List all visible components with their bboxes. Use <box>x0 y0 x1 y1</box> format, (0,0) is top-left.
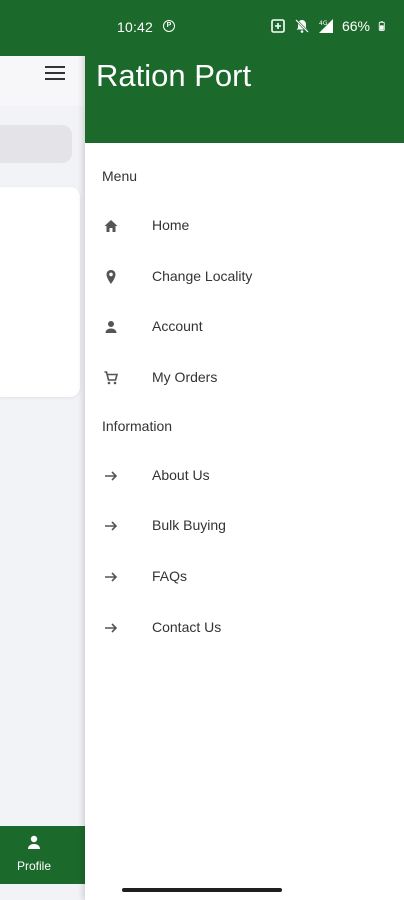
menu-item-account[interactable]: Account <box>85 307 404 347</box>
drawer-header: Ration Port <box>85 44 404 143</box>
menu-item-label: Bulk Buying <box>152 517 226 533</box>
menu-item-label: Home <box>152 217 190 233</box>
menu-item-label: About Us <box>152 467 210 483</box>
screen-record-icon: P <box>163 20 175 32</box>
menu-item-label: Change Locality <box>152 268 253 284</box>
arrow-right-icon <box>105 623 118 633</box>
background-card <box>0 187 80 397</box>
battery-percentage: 66% <box>341 18 370 34</box>
bottom-nav-profile[interactable]: Profile <box>0 826 85 884</box>
signal-icon: 4G <box>318 19 333 33</box>
menu-item-label: FAQs <box>152 568 188 584</box>
menu-item-label: Contact Us <box>152 619 222 635</box>
menu-item-change-locality[interactable]: Change Locality <box>85 257 404 297</box>
person-icon <box>105 321 117 333</box>
cart-icon <box>104 371 119 385</box>
menu-item-my-orders[interactable]: My Orders <box>85 358 404 398</box>
section-information-label: Information <box>102 418 173 434</box>
hamburger-menu-icon[interactable] <box>45 66 65 82</box>
arrow-right-icon <box>105 521 118 531</box>
menu-item-about-us[interactable]: About Us <box>85 456 404 496</box>
menu-item-label: My Orders <box>152 369 218 385</box>
person-icon <box>28 835 40 849</box>
menu-item-label: Account <box>152 318 203 334</box>
arrow-right-icon <box>105 471 118 481</box>
background-app: Profile <box>0 0 85 900</box>
menu-item-home[interactable]: Home <box>85 206 404 246</box>
location-pin-icon <box>106 270 116 284</box>
menu-item-faqs[interactable]: FAQs <box>85 557 404 597</box>
data-saver-icon <box>271 19 285 33</box>
arrow-right-icon <box>105 572 118 582</box>
app-title: Ration Port <box>96 58 252 93</box>
profile-label: Profile <box>16 859 51 873</box>
background-search-field[interactable] <box>0 125 72 163</box>
battery-icon <box>378 21 385 31</box>
status-icons: 4G 66% <box>270 18 388 34</box>
bell-off-icon <box>295 19 309 33</box>
home-icon <box>104 220 118 232</box>
section-menu-label: Menu <box>102 168 138 184</box>
gesture-navigation-bar[interactable] <box>122 888 282 892</box>
navigation-drawer: Ration Port Menu Home Change Locality Ac… <box>85 0 404 900</box>
status-time: 10:42 <box>117 19 154 35</box>
menu-item-bulk-buying[interactable]: Bulk Buying <box>85 506 404 546</box>
status-bar: 10:42 P 4G 66% <box>0 0 404 56</box>
svg-text:4G: 4G <box>319 20 328 27</box>
menu-item-contact-us[interactable]: Contact Us <box>85 608 404 648</box>
